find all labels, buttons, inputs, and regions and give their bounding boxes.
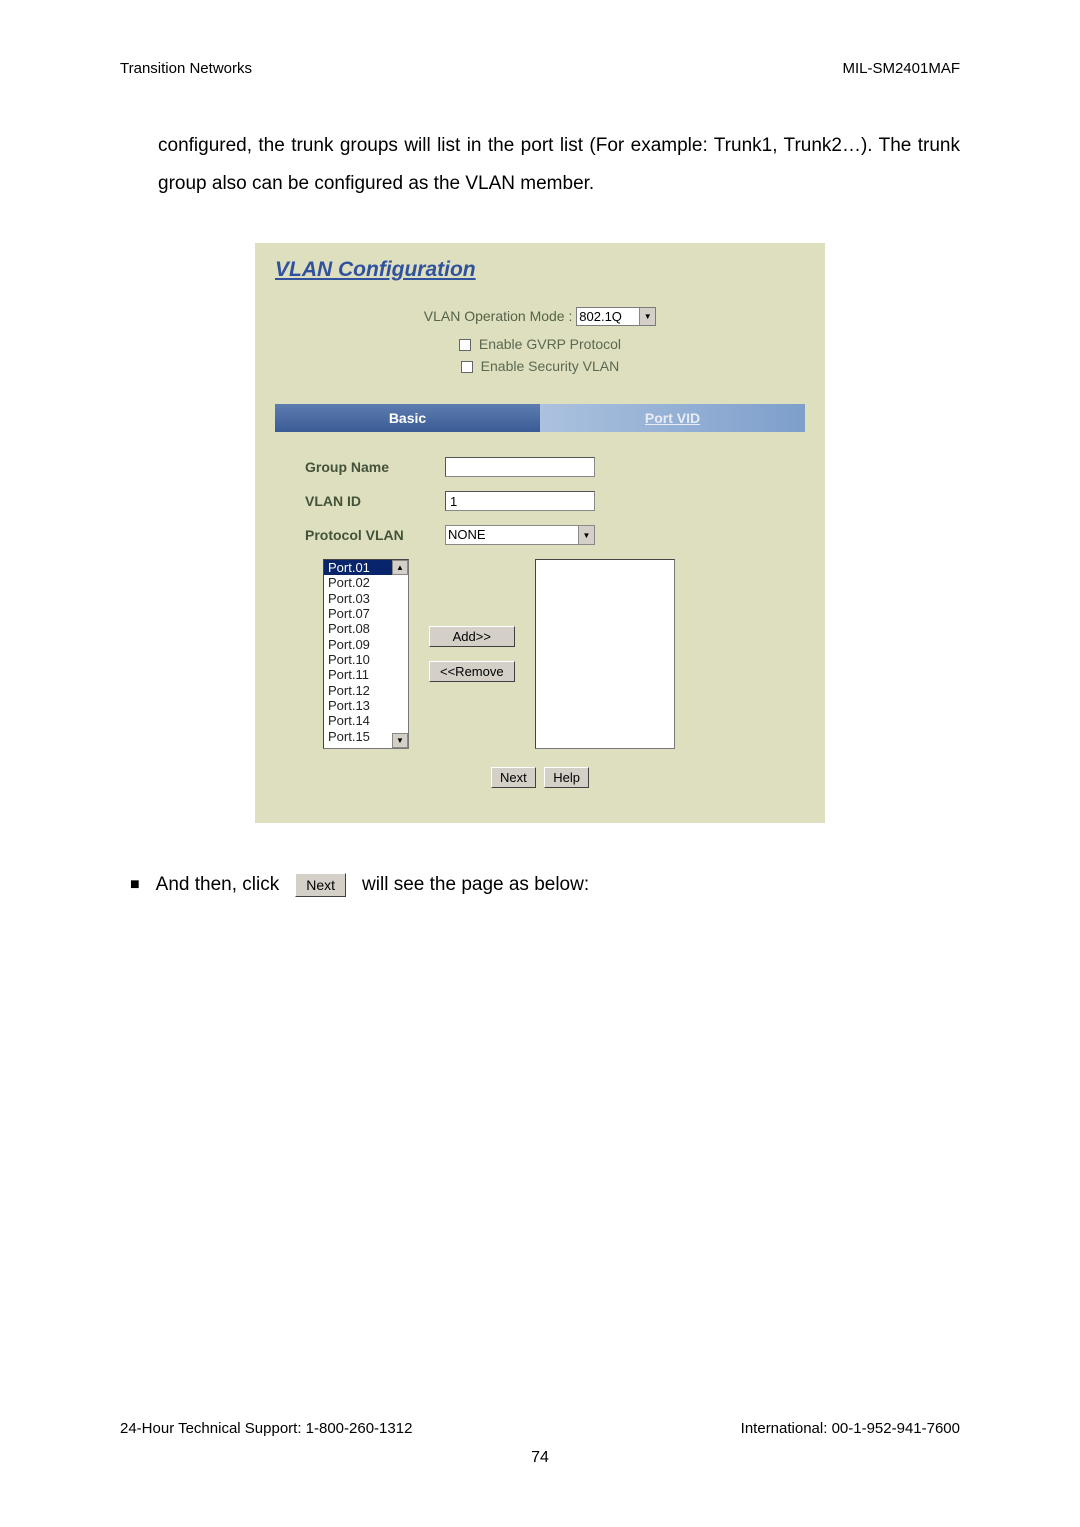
list-item[interactable]: Port.07 (324, 606, 408, 621)
list-item[interactable]: Port.08 (324, 621, 408, 636)
protocol-vlan-select[interactable]: NONE ▼ (445, 525, 595, 545)
mode-label: VLAN Operation Mode : (424, 308, 573, 324)
remove-button[interactable]: <<Remove (429, 661, 515, 682)
footer-left: 24-Hour Technical Support: 1-800-260-131… (120, 1420, 412, 1437)
footer-right: International: 00-1-952-941-7600 (741, 1420, 960, 1437)
list-item[interactable]: Port.13 (324, 698, 408, 713)
selected-ports-list[interactable] (535, 559, 675, 749)
tab-basic[interactable]: Basic (275, 404, 540, 432)
vlan-id-input[interactable] (445, 491, 595, 511)
protocol-vlan-label: Protocol VLAN (305, 527, 425, 543)
tab-basic-label: Basic (275, 404, 540, 432)
chevron-down-icon: ▼ (639, 308, 655, 325)
panel-title: VLAN Configuration (275, 258, 805, 282)
vlan-config-panel: VLAN Configuration VLAN Operation Mode :… (255, 243, 825, 823)
bullet-text-after: will see the page as below: (362, 874, 589, 896)
scroll-up-icon[interactable]: ▲ (392, 560, 408, 575)
gvrp-label: Enable GVRP Protocol (479, 336, 621, 352)
group-name-label: Group Name (305, 459, 425, 475)
chevron-down-icon: ▼ (578, 526, 594, 544)
tab-port-vid-label: Port VID (645, 410, 700, 426)
header-right: MIL-SM2401MAF (842, 60, 960, 77)
vlan-id-label: VLAN ID (305, 493, 425, 509)
protocol-vlan-value: NONE (448, 527, 486, 542)
available-ports-list[interactable]: Port.01 Port.02 Port.03 Port.07 Port.08 … (323, 559, 409, 749)
list-item[interactable]: Port.02 (324, 575, 408, 590)
list-item[interactable]: Port.09 (324, 637, 408, 652)
vlan-mode-select[interactable]: 802.1Q ▼ (576, 307, 656, 326)
body-paragraph: configured, the trunk groups will list i… (120, 127, 960, 203)
gvrp-checkbox[interactable] (459, 339, 471, 351)
security-vlan-label: Enable Security VLAN (481, 358, 620, 374)
bullet-icon: ■ (130, 876, 140, 894)
vlan-mode-value: 802.1Q (579, 309, 622, 324)
help-button[interactable]: Help (544, 767, 589, 788)
page-number: 74 (120, 1449, 960, 1467)
list-item[interactable]: Port.11 (324, 667, 408, 682)
list-item[interactable]: Port.12 (324, 683, 408, 698)
bullet-text-before: And then, click (156, 874, 280, 896)
list-item[interactable]: Port.03 (324, 591, 408, 606)
tab-port-vid[interactable]: Port VID (540, 404, 805, 432)
scroll-down-icon[interactable]: ▼ (392, 733, 408, 748)
add-button[interactable]: Add>> (429, 626, 515, 647)
header-left: Transition Networks (120, 60, 252, 77)
security-vlan-checkbox[interactable] (461, 361, 473, 373)
inline-next-button: Next (295, 873, 346, 897)
group-name-input[interactable] (445, 457, 595, 477)
next-button[interactable]: Next (491, 767, 536, 788)
list-item[interactable]: Port.10 (324, 652, 408, 667)
list-item[interactable]: Port.14 (324, 713, 408, 728)
